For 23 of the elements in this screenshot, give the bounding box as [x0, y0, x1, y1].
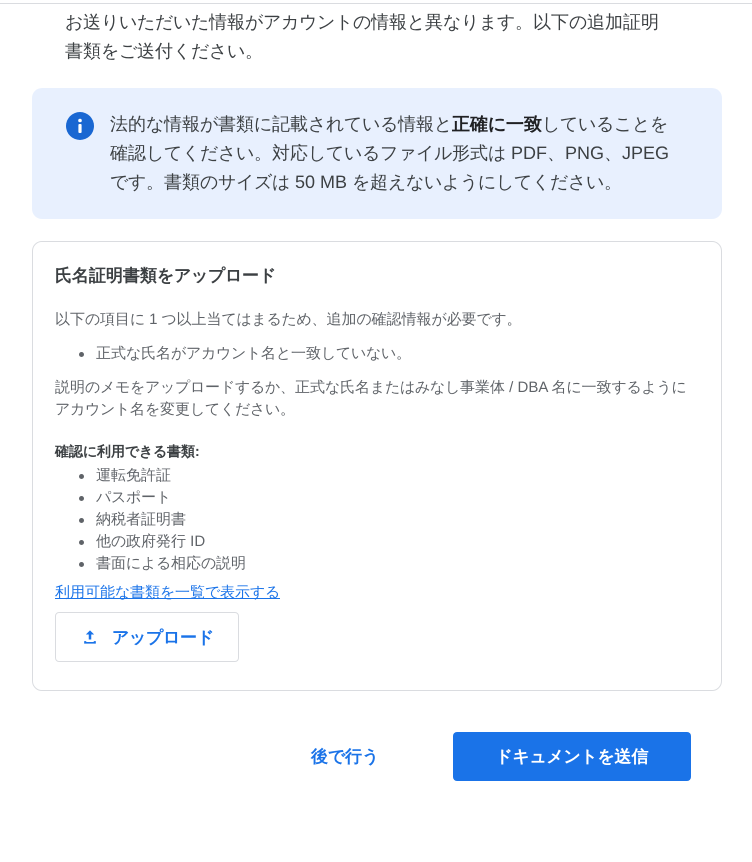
bullet-icon — [79, 474, 84, 478]
reason-text: 以下の項目に 1 つ以上当てはまるため、追加の確認情報が必要です。 — [55, 310, 523, 330]
intro-text: お送りいただいた情報がアカウントの情報と異なります。以下の追加証明書類をご送付ください。 — [65, 11, 660, 63]
bullet-icon — [79, 496, 84, 500]
document-item: 運転免許証 — [96, 466, 171, 486]
info-icon — [66, 112, 94, 140]
bullet-icon — [79, 540, 84, 544]
instruction-text: 説明のメモをアップロードするか、正式な氏名またはみなし事業体 / DBA 名に一致するようにアカウント名を変更してください。 — [55, 378, 688, 420]
bullet-icon — [79, 518, 84, 522]
document-item: 書面による相応の説明 — [96, 554, 246, 574]
document-item: 納税者証明書 — [96, 510, 186, 530]
upload-button[interactable]: アップロード — [55, 612, 239, 662]
document-item: 他の政府発行 ID — [96, 532, 206, 552]
bullet-icon — [79, 562, 84, 566]
reason-item: 正式な氏名がアカウント名と一致していない。 — [96, 344, 411, 364]
document-item: パスポート — [96, 488, 171, 508]
documents-label: 確認に利用できる書類: — [55, 443, 201, 461]
card-title: 氏名証明書類をアップロード — [55, 265, 277, 287]
later-button[interactable]: 後で行う — [307, 733, 383, 780]
bullet-icon — [79, 352, 84, 356]
notice-text: 法的な情報が書類に記載されている情報と正確に一致していることを確認してください。対応しているファイル形式は PDF、PNG、JPEG です。書類のサイズは 50 MB を超えないようにしてください。 — [110, 113, 670, 194]
submit-button[interactable]: ドキュメントを送信 — [453, 732, 691, 781]
documents-link[interactable]: 利用可能な書類を一覧で表示する — [55, 583, 280, 602]
